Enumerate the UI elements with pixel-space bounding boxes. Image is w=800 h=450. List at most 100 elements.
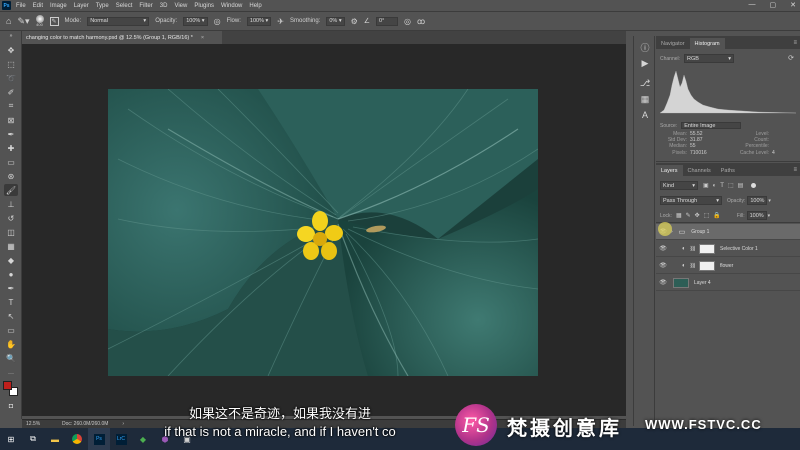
symmetry-icon[interactable]: ꝏ xyxy=(417,17,425,26)
crop-tool-icon[interactable]: ⌗ xyxy=(4,100,18,112)
menu-file[interactable]: File xyxy=(16,3,26,9)
channel-select[interactable]: RGB ▾ xyxy=(684,54,735,63)
layer-row-layer4[interactable]: 👁 Layer 4 xyxy=(656,275,800,291)
link-icon: ⛓ xyxy=(689,262,696,269)
menu-image[interactable]: Image xyxy=(50,3,67,9)
folder-icon: ▭ xyxy=(678,228,686,236)
character-panel-icon[interactable]: A xyxy=(638,108,652,122)
tab-paths[interactable]: Paths xyxy=(716,165,740,176)
canvas-area[interactable] xyxy=(22,44,626,416)
mode-select[interactable]: Normal ▾ xyxy=(87,16,150,26)
layer-name[interactable]: flower xyxy=(720,263,733,269)
menu-filter[interactable]: Filter xyxy=(139,3,152,9)
move-tool-icon[interactable]: ✥ xyxy=(4,44,18,56)
kind-select[interactable]: Kind ▾ xyxy=(660,181,698,190)
play-actions-icon[interactable]: ▶ xyxy=(638,56,652,70)
type-tool-icon[interactable]: T xyxy=(4,296,18,308)
gradient-tool-icon[interactable]: ▦ xyxy=(4,240,18,252)
gear-icon[interactable]: ⚙ xyxy=(351,17,358,26)
document-tab[interactable]: changing color to match harmony.psd @ 12… xyxy=(22,31,222,44)
layer-row-flower[interactable]: 👁 ◐ ⛓ flower xyxy=(656,258,800,274)
pen-tool-icon[interactable]: ✒ xyxy=(4,282,18,294)
brush-tool-icon[interactable]: 🖌 xyxy=(4,184,18,196)
chevron-down-icon[interactable]: ▾ xyxy=(768,198,771,204)
airbrush-icon[interactable]: ✈ xyxy=(277,17,284,26)
document-tab-title: changing color to match harmony.psd @ 12… xyxy=(26,34,193,41)
tab-histogram[interactable]: Histogram xyxy=(689,38,725,49)
tab-layers[interactable]: Layers xyxy=(656,165,683,176)
frame-tool-icon[interactable]: ⊠ xyxy=(4,114,18,126)
home-icon[interactable]: ⌂ xyxy=(6,16,11,26)
history-icon[interactable]: ⎇ xyxy=(638,76,652,90)
menu-select[interactable]: Select xyxy=(116,3,133,9)
layer-row-selective-color[interactable]: 👁 ◐ ⛓ Selective Color 1 xyxy=(656,241,800,257)
brush-settings-icon[interactable]: ✎ xyxy=(49,16,59,26)
patch-tool-icon[interactable]: ▭ xyxy=(4,156,18,168)
toolbar-collapse-icon[interactable]: » xyxy=(4,33,18,39)
dodge-tool-icon[interactable]: ● xyxy=(4,268,18,280)
eyedropper-tool-icon[interactable]: ✒ xyxy=(4,128,18,140)
pressure-size-icon[interactable]: ◎ xyxy=(404,17,411,26)
angle-field[interactable]: 0° xyxy=(376,16,399,26)
brush-settings-panel-icon[interactable]: ▦ xyxy=(638,92,652,106)
tab-navigator[interactable]: Navigator xyxy=(656,38,690,49)
menu-layer[interactable]: Layer xyxy=(74,3,89,9)
flow-field[interactable]: 100% ▾ xyxy=(246,16,272,26)
source-select[interactable]: Entire Image xyxy=(681,122,742,129)
clone-stamp-tool-icon[interactable]: ⊥ xyxy=(4,198,18,210)
close-tab-button[interactable]: × xyxy=(201,35,204,41)
color-swatches[interactable] xyxy=(3,381,19,397)
eye-icon[interactable]: 👁 xyxy=(658,262,668,269)
eraser-tool-icon[interactable]: ◫ xyxy=(4,226,18,238)
eye-icon[interactable]: 👁 xyxy=(658,245,668,252)
chevron-down-icon[interactable]: ▾ xyxy=(768,213,771,219)
hand-tool-icon[interactable]: ✋ xyxy=(4,338,18,350)
history-brush-tool-icon[interactable]: ↺ xyxy=(4,212,18,224)
panel-menu-icon[interactable]: ≡ xyxy=(793,167,797,173)
info-icon[interactable]: ⓘ xyxy=(638,40,652,54)
zoom-tool-icon[interactable]: 🔍 xyxy=(4,352,18,364)
layer-row-group[interactable]: 👁 › ▭ Group 1 xyxy=(656,224,800,240)
opacity-field[interactable]: 100% ▾ xyxy=(183,16,208,26)
fill-field[interactable]: 100% xyxy=(746,211,767,220)
layer-name[interactable]: Selective Color 1 xyxy=(720,246,758,252)
filter-toggle-icon[interactable] xyxy=(751,183,757,188)
document-image[interactable] xyxy=(108,89,538,376)
panel-menu-icon[interactable]: ≡ xyxy=(793,40,797,46)
blend-mode-select[interactable]: Pass Through ▾ xyxy=(660,196,722,205)
foreground-color-swatch[interactable] xyxy=(3,381,12,390)
path-select-tool-icon[interactable]: ↖ xyxy=(4,310,18,322)
close-window-button[interactable]: ✕ xyxy=(790,1,796,9)
lock-icons[interactable]: ▦✎✥⬚🔒 xyxy=(676,212,725,219)
layer-name[interactable]: Layer 4 xyxy=(694,280,711,286)
channel-row: Channel: RGB ▾ xyxy=(660,54,735,63)
healing-brush-tool-icon[interactable]: ✚ xyxy=(4,142,18,154)
refresh-icon[interactable]: ⟳ xyxy=(788,54,794,62)
adjustment-icon: ◐ xyxy=(682,262,686,269)
menu-window[interactable]: Window xyxy=(221,3,242,9)
blur-tool-icon[interactable]: ◆ xyxy=(4,254,18,266)
shape-tool-icon[interactable]: ▭ xyxy=(4,324,18,336)
menu-view[interactable]: View xyxy=(174,3,187,9)
brush-preset-picker[interactable]: 400 xyxy=(35,15,44,27)
menu-help[interactable]: Help xyxy=(249,3,261,9)
menu-type[interactable]: Type xyxy=(96,3,109,9)
layer-filter-icons[interactable]: ▣◐T⬚▤ xyxy=(703,182,747,189)
eye-icon[interactable]: 👁 xyxy=(658,279,668,286)
layer-name[interactable]: Group 1 xyxy=(691,229,709,235)
minimize-button[interactable]: — xyxy=(749,1,756,9)
more-tools-icon[interactable]: ··· xyxy=(4,368,18,380)
maximize-button[interactable]: ▢ xyxy=(770,1,777,9)
smoothing-field[interactable]: 0% ▾ xyxy=(326,16,345,26)
brush-tool-icon[interactable]: ✎▾ xyxy=(17,16,29,27)
layer-opacity-field[interactable]: 100% xyxy=(747,196,768,205)
lasso-tool-icon[interactable]: ➰ xyxy=(4,72,18,84)
pressure-opacity-icon[interactable]: ◎ xyxy=(214,17,221,26)
tab-channels[interactable]: Channels xyxy=(683,165,716,176)
menu-plugins[interactable]: Plugins xyxy=(194,3,214,9)
menu-3d[interactable]: 3D xyxy=(160,3,168,9)
marquee-tool-icon[interactable]: ⬚ xyxy=(4,58,18,70)
red-eye-tool-icon[interactable]: ⊛ xyxy=(4,170,18,182)
quick-select-tool-icon[interactable]: ✐ xyxy=(4,86,18,98)
menu-edit[interactable]: Edit xyxy=(33,3,43,9)
